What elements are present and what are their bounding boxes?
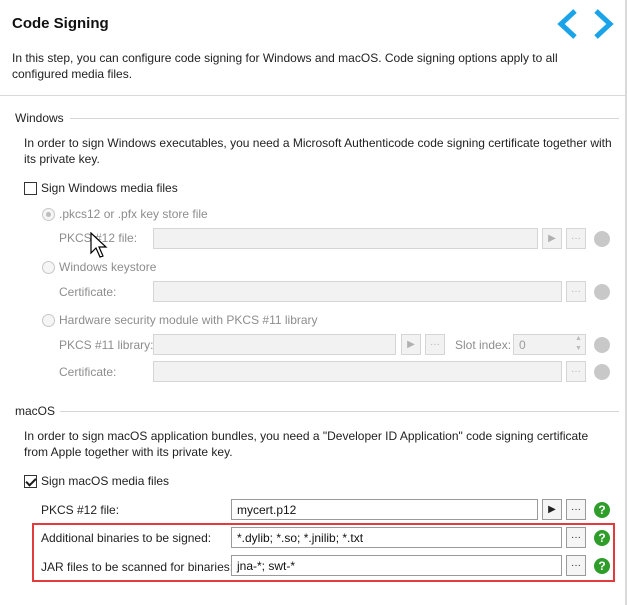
sign-windows-checkbox[interactable] <box>24 182 37 195</box>
additional-binaries-label: Additional binaries to be signed: <box>41 531 212 545</box>
jar-files-label: JAR files to be scanned for binaries: <box>41 560 234 574</box>
macos-info-text: In order to sign macOS application bundl… <box>24 429 589 459</box>
ellipsis-icon: ··· <box>571 532 581 543</box>
radio-windows-keystore[interactable] <box>42 261 55 274</box>
macos-pkcs12-file-input[interactable]: mycert.p12 <box>231 499 538 520</box>
sign-macos-label[interactable]: Sign macOS media files <box>41 474 169 488</box>
jar-files-browse-button[interactable]: ··· <box>566 555 586 576</box>
ellipsis-icon: ··· <box>571 366 581 377</box>
keystore-help-icon[interactable] <box>594 284 610 300</box>
page-description: In this step, you can configure code sig… <box>12 51 558 81</box>
mouse-cursor-icon <box>90 232 108 258</box>
macos-section-divider <box>60 411 619 412</box>
pkcs12-play-button[interactable]: ▶ <box>542 228 562 249</box>
macos-pkcs12-browse-button[interactable]: ··· <box>566 499 586 520</box>
radio-windows-keystore-label[interactable]: Windows keystore <box>59 260 156 274</box>
radio-pkcs12-label[interactable]: .pkcs12 or .pfx key store file <box>59 207 208 221</box>
hsm-certificate-input[interactable] <box>153 361 562 382</box>
pkcs11-help-icon[interactable] <box>594 337 610 353</box>
additional-binaries-value: *.dylib; *.so; *.jnilib; *.txt <box>237 531 364 545</box>
slot-index-label: Slot index: <box>455 338 512 352</box>
macos-pkcs12-file-label: PKCS #12 file: <box>41 503 120 517</box>
play-icon: ▶ <box>548 233 556 244</box>
jar-files-value: jna-*; swt-* <box>237 559 296 573</box>
pkcs12-browse-button[interactable]: ··· <box>566 228 586 249</box>
forward-icon[interactable] <box>590 8 618 40</box>
hsm-certificate-browse-button[interactable]: ··· <box>566 361 586 382</box>
keystore-certificate-input[interactable] <box>153 281 562 302</box>
jar-files-help-icon[interactable]: ? <box>594 558 610 574</box>
windows-info-text: In order to sign Windows executables, yo… <box>24 136 612 166</box>
question-icon: ? <box>598 559 606 573</box>
back-icon[interactable] <box>553 8 581 40</box>
hsm-certificate-label: Certificate: <box>59 365 117 379</box>
sign-macos-checkbox[interactable] <box>24 475 37 488</box>
additional-binaries-input[interactable]: *.dylib; *.so; *.jnilib; *.txt <box>231 527 562 548</box>
header-divider <box>0 95 627 96</box>
ellipsis-icon: ··· <box>571 560 581 571</box>
macos-section-title: macOS <box>15 404 56 418</box>
ellipsis-icon: ··· <box>571 286 581 297</box>
ellipsis-icon: ··· <box>430 339 440 350</box>
additional-binaries-help-icon[interactable]: ? <box>594 530 610 546</box>
play-icon: ▶ <box>548 504 556 515</box>
question-icon: ? <box>598 503 606 517</box>
pkcs11-library-label: PKCS #11 library: <box>59 338 154 352</box>
pkcs12-help-icon[interactable] <box>594 231 610 247</box>
macos-pkcs12-play-button[interactable]: ▶ <box>542 499 562 520</box>
keystore-certificate-label: Certificate: <box>59 285 117 299</box>
pkcs11-browse-button[interactable]: ··· <box>425 334 445 355</box>
windows-section-divider <box>70 118 619 119</box>
additional-binaries-browse-button[interactable]: ··· <box>566 527 586 548</box>
pkcs11-play-button[interactable]: ▶ <box>401 334 421 355</box>
slot-index-value: 0 <box>519 338 526 352</box>
sign-windows-label[interactable]: Sign Windows media files <box>41 181 178 195</box>
pkcs11-library-input[interactable] <box>153 334 396 355</box>
play-icon: ▶ <box>407 339 415 350</box>
radio-hsm-label[interactable]: Hardware security module with PKCS #11 l… <box>59 313 318 327</box>
ellipsis-icon: ··· <box>571 233 581 244</box>
page-title: Code Signing <box>12 15 109 32</box>
windows-section-title: Windows <box>15 111 64 125</box>
hsm-certificate-help-icon[interactable] <box>594 364 610 380</box>
radio-hsm[interactable] <box>42 314 55 327</box>
slot-index-spinner[interactable]: 0 ▲ ▼ <box>513 334 586 355</box>
macos-pkcs12-help-icon[interactable]: ? <box>594 502 610 518</box>
pkcs12-file-input[interactable] <box>153 228 538 249</box>
radio-pkcs12[interactable] <box>42 208 55 221</box>
question-icon: ? <box>598 531 606 545</box>
jar-files-input[interactable]: jna-*; swt-* <box>231 555 562 576</box>
macos-pkcs12-file-value: mycert.p12 <box>237 503 297 517</box>
spin-up-icon[interactable]: ▲ <box>572 335 585 345</box>
ellipsis-icon: ··· <box>571 504 581 515</box>
spin-down-icon[interactable]: ▼ <box>572 345 585 355</box>
keystore-browse-button[interactable]: ··· <box>566 281 586 302</box>
